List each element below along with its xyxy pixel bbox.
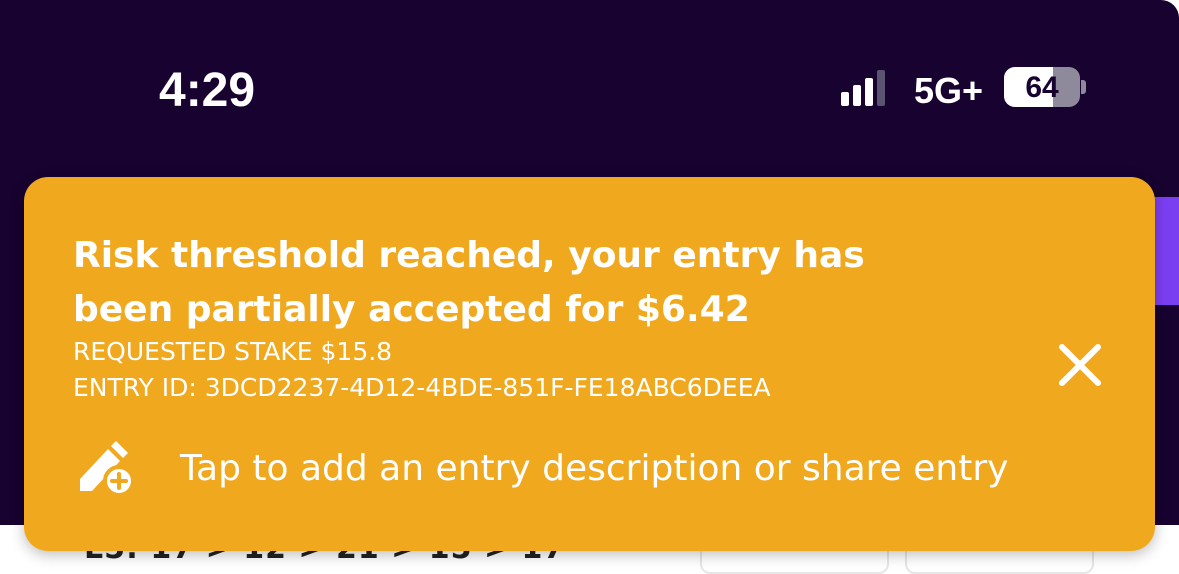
cellular-signal-icon [841,70,885,106]
requested-stake: REQUESTED STAKE $15.8 [73,337,393,366]
network-type: 5G+ [914,70,984,111]
partial-acceptance-banner[interactable]: Risk threshold reached, your entry has b… [24,177,1155,551]
add-description-share-button[interactable]: Tap to add an entry description or share… [76,435,1076,505]
banner-title: Risk threshold reached, your entry has b… [73,235,865,330]
battery-icon: 64 [1004,67,1080,107]
close-icon [1059,344,1101,386]
pencil-add-icon [80,441,135,497]
battery-percent: 64 [1025,71,1059,104]
entry-id: ENTRY ID: 3DCD2237-4D12-4BDE-851F-FE18AB… [73,373,771,402]
status-time: 4:29 [159,64,256,117]
close-button[interactable] [1054,339,1106,391]
add-description-label: Tap to add an entry description or share… [180,448,1009,489]
battery-cap [1081,80,1086,94]
